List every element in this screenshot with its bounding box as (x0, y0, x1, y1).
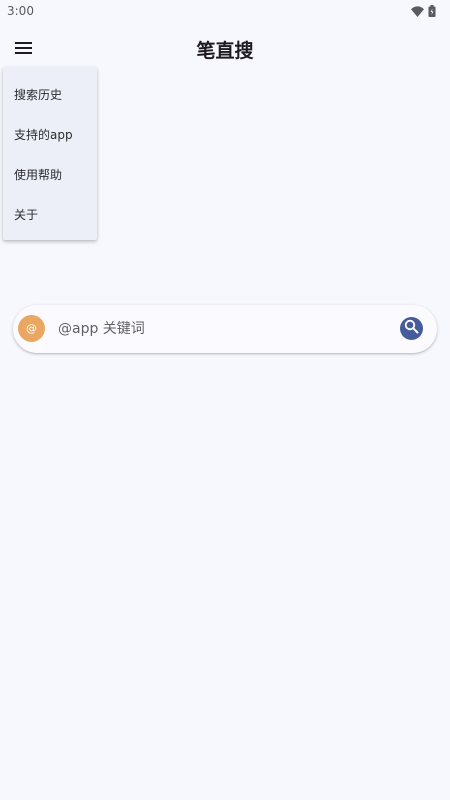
search-bar: @ (13, 305, 437, 353)
menu-item-help[interactable]: 使用帮助 (3, 154, 97, 194)
menu-item-about[interactable]: 关于 (3, 194, 97, 234)
search-input[interactable] (58, 317, 388, 341)
search-button[interactable] (400, 317, 423, 340)
status-time: 3:00 (7, 4, 34, 18)
status-icons (411, 5, 436, 17)
app-bar: 笔直搜 (0, 26, 450, 70)
page-title: 笔直搜 (196, 40, 254, 62)
app-selector-icon[interactable]: @ (18, 315, 45, 342)
menu-item-supported-apps[interactable]: 支持的app (3, 114, 97, 154)
menu-item-search-history[interactable]: 搜索历史 (3, 74, 97, 114)
magnifier-icon (404, 319, 419, 338)
battery-icon (428, 5, 436, 17)
app-selector-glyph: @ (26, 322, 37, 335)
overflow-menu: 搜索历史 支持的app 使用帮助 关于 (3, 67, 97, 240)
wifi-icon (411, 5, 424, 17)
status-bar: 3:00 (0, 0, 450, 22)
